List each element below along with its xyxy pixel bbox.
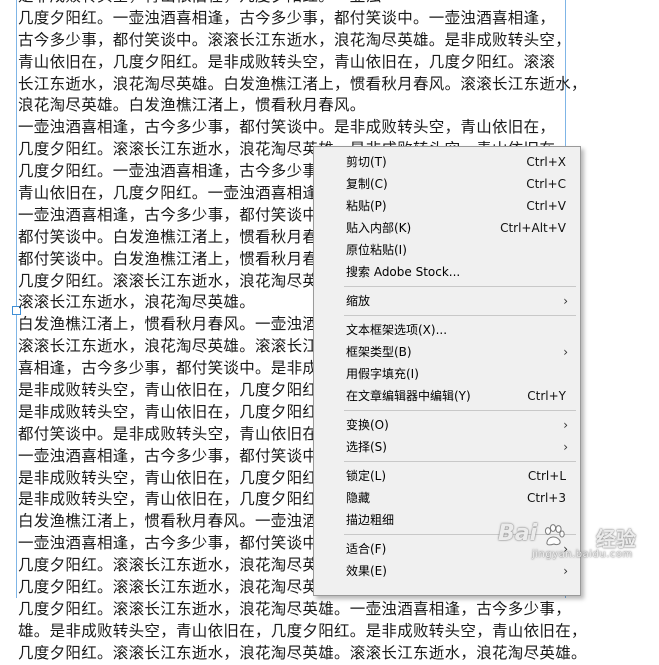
chevron-right-icon: › [563, 418, 568, 432]
menu-item-label: 粘贴(P) [346, 199, 387, 213]
baidu-paw-icon [544, 524, 565, 546]
menu-item-edit-in-story-editor[interactable]: 在文章编辑器中编辑(Y) Ctrl+Y [314, 385, 580, 407]
menu-item-select[interactable]: 选择(S) › [314, 436, 580, 458]
menu-item-label: 适合(F) [346, 542, 387, 556]
menu-item-label: 复制(C) [346, 177, 388, 191]
menu-item-copy[interactable]: 复制(C) Ctrl+C [314, 173, 580, 195]
text-line: 几度夕阳红。滚滚长江东逝水，浪花淘尽英雄。滚滚长江东逝水，浪花淘尽英雄。 [18, 643, 587, 662]
text-line: 长江东逝水，浪花淘尽英雄。白发渔樵江渚上，惯看秋月春风。滚滚长江东逝水， [18, 74, 587, 93]
chevron-right-icon: › [563, 294, 568, 308]
chevron-right-icon: › [563, 440, 568, 454]
menu-separator [344, 315, 576, 316]
menu-item-shortcut: Ctrl+Y [527, 389, 566, 403]
text-line: 一壶浊酒喜相逢，古今多少事，都付笑谈中。是非成败转头空，青山依旧在， [18, 118, 556, 137]
watermark-suffix: 经验 [596, 527, 636, 551]
menu-item-label: 搜索 Adobe Stock... [346, 265, 461, 279]
menu-item-zoom[interactable]: 缩放 › [314, 290, 580, 312]
text-line: 雄。是非成败转头空，青山依旧在，几度夕阳红。是非成败转头空，青山依旧在， [18, 621, 587, 640]
menu-item-label: 贴入内部(K) [346, 221, 412, 235]
menu-item-transform[interactable]: 变换(O) › [314, 414, 580, 436]
menu-item-text-frame-options[interactable]: 文本框架选项(X)... [314, 319, 580, 341]
menu-item-label: 在文章编辑器中编辑(Y) [346, 389, 471, 403]
text-line: 浪花淘尽英雄。白发渔樵江渚上，惯看秋月春风。 [18, 96, 366, 115]
menu-separator [344, 286, 576, 287]
menu-item-shortcut: Ctrl+Alt+V [500, 221, 566, 235]
menu-item-label: 描边粗细 [346, 513, 395, 527]
menu-item-shortcut: Ctrl+3 [526, 491, 566, 505]
menu-item-paste-in-place[interactable]: 原位粘贴(I) [314, 239, 580, 261]
menu-item-shortcut: Ctrl+V [526, 199, 566, 213]
menu-item-label: 效果(E) [346, 564, 387, 578]
menu-item-paste-into[interactable]: 贴入内部(K) Ctrl+Alt+V [314, 217, 580, 239]
text-line: 是非成败转头空，青山依旧在，几度夕阳红。一壶浊 [18, 0, 618, 8]
menu-item-label: 选择(S) [346, 440, 387, 454]
menu-item-label: 锁定(L) [346, 469, 387, 483]
menu-item-cut[interactable]: 剪切(T) Ctrl+X [314, 151, 580, 173]
text-line: 几度夕阳红。一壶浊酒喜相逢，古今多少事，都付笑谈中。一壶浊酒喜相逢， [18, 8, 556, 27]
menu-item-label: 缩放 [346, 294, 371, 308]
menu-item-label: 原位粘贴(I) [346, 243, 407, 257]
watermark-brand: Bai [498, 521, 538, 546]
menu-item-label: 框架类型(B) [346, 345, 412, 359]
menu-item-shortcut: Ctrl+C [526, 177, 566, 191]
menu-item-shortcut: Ctrl+L [527, 469, 566, 483]
menu-separator [344, 410, 576, 411]
menu-item-label: 剪切(T) [346, 155, 387, 169]
menu-item-label: 变换(O) [346, 418, 389, 432]
text-line: 古今多少事，都付笑谈中。滚滚长江东逝水，浪花淘尽英雄。是非成败转头空， [18, 30, 572, 49]
text-line: 几度夕阳红。滚滚长江东逝水，浪花淘尽英雄。一壶浊酒喜相逢，古今多少事， [18, 599, 572, 618]
menu-item-label: 用假字填充(I) [346, 367, 419, 381]
text-line: 青山依旧在，几度夕阳红。是非成败转头空，青山依旧在，几度夕阳红。滚滚 [18, 52, 556, 71]
menu-item-search-adobe-stock[interactable]: 搜索 Adobe Stock... [314, 261, 580, 283]
menu-item-fill-placeholder[interactable]: 用假字填充(I) [314, 363, 580, 385]
menu-separator [344, 461, 576, 462]
menu-item-paste[interactable]: 粘贴(P) Ctrl+V [314, 195, 580, 217]
menu-item-shortcut: Ctrl+X [526, 155, 566, 169]
menu-item-label: 隐藏 [346, 491, 371, 505]
menu-item-hide[interactable]: 隐藏 Ctrl+3 [314, 487, 580, 509]
watermark: Bai 经验 jingyan.baidu.com [498, 521, 658, 565]
chevron-right-icon: › [563, 345, 568, 359]
menu-item-label: 文本框架选项(X)... [346, 323, 448, 337]
menu-item-lock[interactable]: 锁定(L) Ctrl+L [314, 465, 580, 487]
watermark-url: jingyan.baidu.com [532, 549, 633, 560]
menu-item-frame-type[interactable]: 框架类型(B) › [314, 341, 580, 363]
